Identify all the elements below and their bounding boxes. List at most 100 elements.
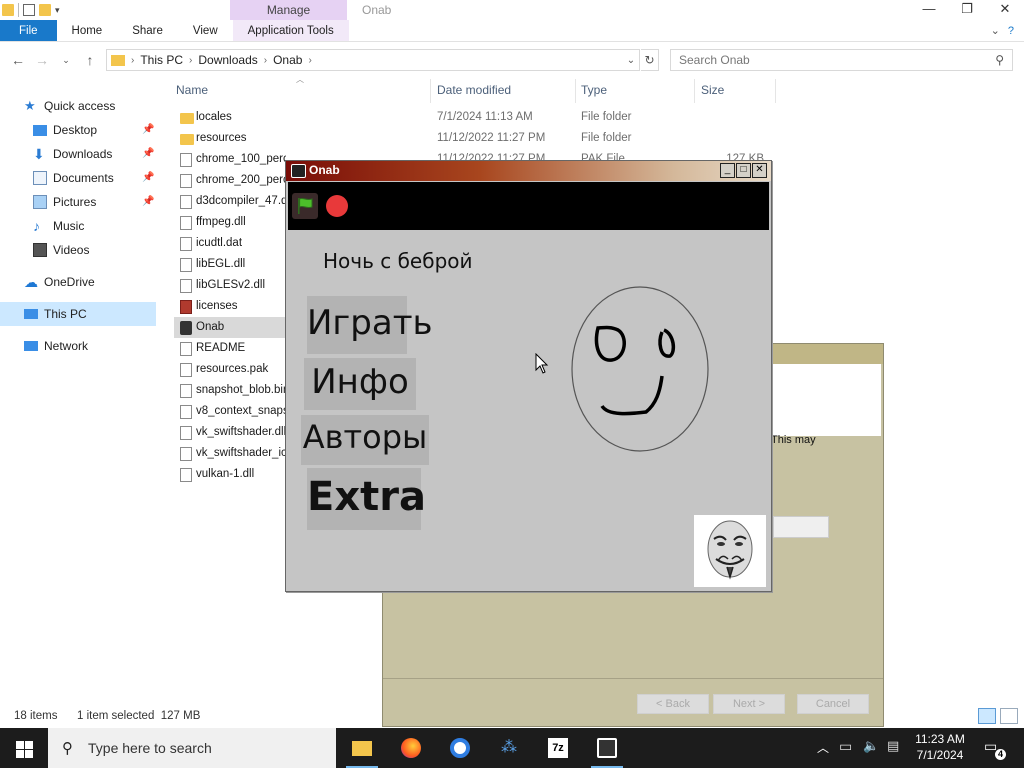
taskbar-onab[interactable] bbox=[583, 728, 631, 768]
onab-icon bbox=[597, 738, 617, 758]
address-dropdown-icon[interactable]: ⌄ bbox=[623, 55, 639, 66]
forward-arrow-icon[interactable]: → bbox=[30, 52, 54, 68]
sidebar-item-videos[interactable]: Videos bbox=[0, 238, 160, 262]
help-icon[interactable]: ? bbox=[1008, 25, 1014, 37]
guy-fawkes-mask-image[interactable] bbox=[694, 515, 766, 587]
manage-tab[interactable]: Manage bbox=[230, 0, 347, 20]
taskbar-chrome[interactable] bbox=[436, 728, 484, 768]
column-type[interactable]: Type bbox=[581, 83, 607, 97]
desktop-icon bbox=[33, 125, 47, 136]
up-arrow-icon[interactable]: ↑ bbox=[78, 52, 102, 68]
address-bar[interactable]: › This PC › Downloads › Onab › ⌄ bbox=[106, 49, 640, 71]
minimize-icon[interactable]: — bbox=[910, 0, 948, 20]
recent-locations-icon[interactable]: ⌄ bbox=[54, 55, 78, 66]
ribbon-tabs: File Home Share View Application Tools ⌄… bbox=[0, 20, 1024, 42]
breadcrumb-downloads[interactable]: Downloads bbox=[198, 53, 257, 67]
column-date-modified[interactable]: Date modified bbox=[437, 83, 511, 97]
file-icon bbox=[180, 447, 192, 461]
taskbar-file-explorer[interactable] bbox=[338, 728, 386, 768]
pin-icon[interactable]: 📌 bbox=[142, 166, 154, 190]
quick-access-toolbar: ▾ bbox=[0, 0, 230, 20]
start-button[interactable] bbox=[0, 728, 48, 768]
refresh-icon[interactable]: ↻ bbox=[641, 49, 659, 71]
maximize-icon[interactable]: □ bbox=[736, 163, 751, 178]
dll-icon bbox=[180, 216, 192, 230]
pin-icon[interactable]: 📌 bbox=[142, 118, 154, 142]
minimize-icon[interactable]: _ bbox=[720, 163, 735, 178]
language-icon[interactable]: ▤ bbox=[887, 738, 899, 754]
dll-icon bbox=[180, 258, 192, 272]
sidebar-item-desktop[interactable]: Desktop 📌 bbox=[0, 118, 160, 142]
info-button[interactable]: Инфо bbox=[304, 358, 416, 410]
close-icon[interactable]: ✕ bbox=[752, 163, 767, 178]
file-date: 7/1/2024 11:13 AM bbox=[437, 111, 533, 123]
search-icon: ⚲ bbox=[62, 740, 73, 757]
stop-button[interactable] bbox=[326, 195, 348, 217]
sidebar-item-this-pc[interactable]: This PC bbox=[0, 302, 156, 326]
taskbar-search-input[interactable]: ⚲ Type here to search bbox=[48, 728, 336, 768]
next-button[interactable]: Next > bbox=[713, 694, 785, 714]
search-input[interactable]: Search Onab ⚲ bbox=[670, 49, 1013, 71]
taskbar-7zip[interactable]: 7z bbox=[534, 728, 582, 768]
sidebar-item-network[interactable]: Network bbox=[0, 334, 160, 358]
customize-toolbar-icon[interactable]: ▾ bbox=[55, 5, 60, 16]
column-name[interactable]: Name bbox=[176, 83, 208, 97]
new-folder-icon[interactable] bbox=[39, 4, 51, 16]
breadcrumb-this-pc[interactable]: This PC bbox=[140, 53, 183, 67]
folder-icon bbox=[180, 113, 194, 124]
sidebar-item-quick-access[interactable]: ★ Quick access bbox=[0, 94, 160, 118]
expand-ribbon-icon[interactable]: ⌄ bbox=[991, 24, 1000, 37]
tab-view[interactable]: View bbox=[178, 20, 233, 41]
restore-icon[interactable]: ❐ bbox=[948, 0, 986, 20]
mask-icon bbox=[707, 520, 753, 580]
back-arrow-icon[interactable]: ← bbox=[6, 52, 30, 68]
volume-muted-icon[interactable]: 🔈 bbox=[863, 738, 879, 754]
taskbar-app[interactable]: ⁂ bbox=[485, 728, 533, 768]
navigation-pane: ★ Quick access Desktop 📌 ⬇ Downloads 📌 D… bbox=[0, 94, 160, 358]
file-row[interactable]: locales 7/1/2024 11:13 AM File folder bbox=[174, 107, 774, 128]
sidebar-item-documents[interactable]: Documents 📌 bbox=[0, 166, 160, 190]
app-icon bbox=[180, 321, 192, 335]
sort-up-icon: ︿ bbox=[296, 75, 304, 84]
notifications-icon[interactable]: ▭ 4 bbox=[984, 738, 1006, 760]
large-icons-view-icon[interactable] bbox=[1000, 708, 1018, 724]
tab-share[interactable]: Share bbox=[117, 20, 178, 41]
close-icon[interactable]: ✕ bbox=[986, 0, 1024, 20]
onab-title-bar[interactable]: Onab _ □ ✕ bbox=[286, 161, 771, 181]
folder-icon[interactable] bbox=[2, 4, 14, 16]
sidebar-item-downloads[interactable]: ⬇ Downloads 📌 bbox=[0, 142, 160, 166]
breadcrumb-onab[interactable]: Onab bbox=[273, 53, 302, 67]
column-size[interactable]: Size bbox=[701, 83, 724, 97]
tab-file[interactable]: File bbox=[0, 20, 57, 41]
sidebar-item-music[interactable]: ♪ Music bbox=[0, 214, 160, 238]
show-hidden-icons-icon[interactable]: ︿ bbox=[817, 739, 829, 756]
music-icon: ♪ bbox=[33, 218, 40, 234]
back-button[interactable]: < Back bbox=[637, 694, 709, 714]
pin-icon[interactable]: 📌 bbox=[142, 142, 154, 166]
extra-button[interactable]: Extra bbox=[307, 468, 426, 530]
file-icon bbox=[180, 153, 192, 167]
videos-icon bbox=[33, 243, 47, 257]
folder-icon bbox=[111, 54, 125, 66]
pin-icon[interactable]: 📌 bbox=[142, 190, 154, 214]
system-clock[interactable]: 11:23 AM 7/1/2024 bbox=[912, 731, 968, 763]
file-icon bbox=[180, 405, 192, 419]
green-flag-button[interactable] bbox=[292, 193, 318, 219]
tab-application-tools[interactable]: Application Tools bbox=[232, 20, 349, 41]
details-view-icon[interactable] bbox=[978, 708, 996, 724]
play-button[interactable]: Играть bbox=[307, 296, 433, 354]
onab-toolbar bbox=[288, 182, 769, 230]
column-headers: ︿ Name Date modified Type Size bbox=[170, 75, 780, 103]
network-tray-icon[interactable]: ▭ bbox=[839, 738, 852, 755]
installer-field[interactable] bbox=[773, 516, 829, 538]
properties-icon[interactable] bbox=[23, 4, 35, 16]
file-row[interactable]: resources 11/12/2022 11:27 PM File folder bbox=[174, 128, 774, 149]
taskbar-firefox[interactable] bbox=[387, 728, 435, 768]
firefox-icon bbox=[401, 738, 421, 758]
authors-button[interactable]: Авторы bbox=[301, 415, 429, 465]
sidebar-item-pictures[interactable]: Pictures 📌 bbox=[0, 190, 160, 214]
sidebar-item-onedrive[interactable]: ☁ OneDrive bbox=[0, 270, 160, 294]
app-icon bbox=[291, 164, 306, 178]
cancel-button[interactable]: Cancel bbox=[797, 694, 869, 714]
tab-home[interactable]: Home bbox=[57, 20, 118, 41]
